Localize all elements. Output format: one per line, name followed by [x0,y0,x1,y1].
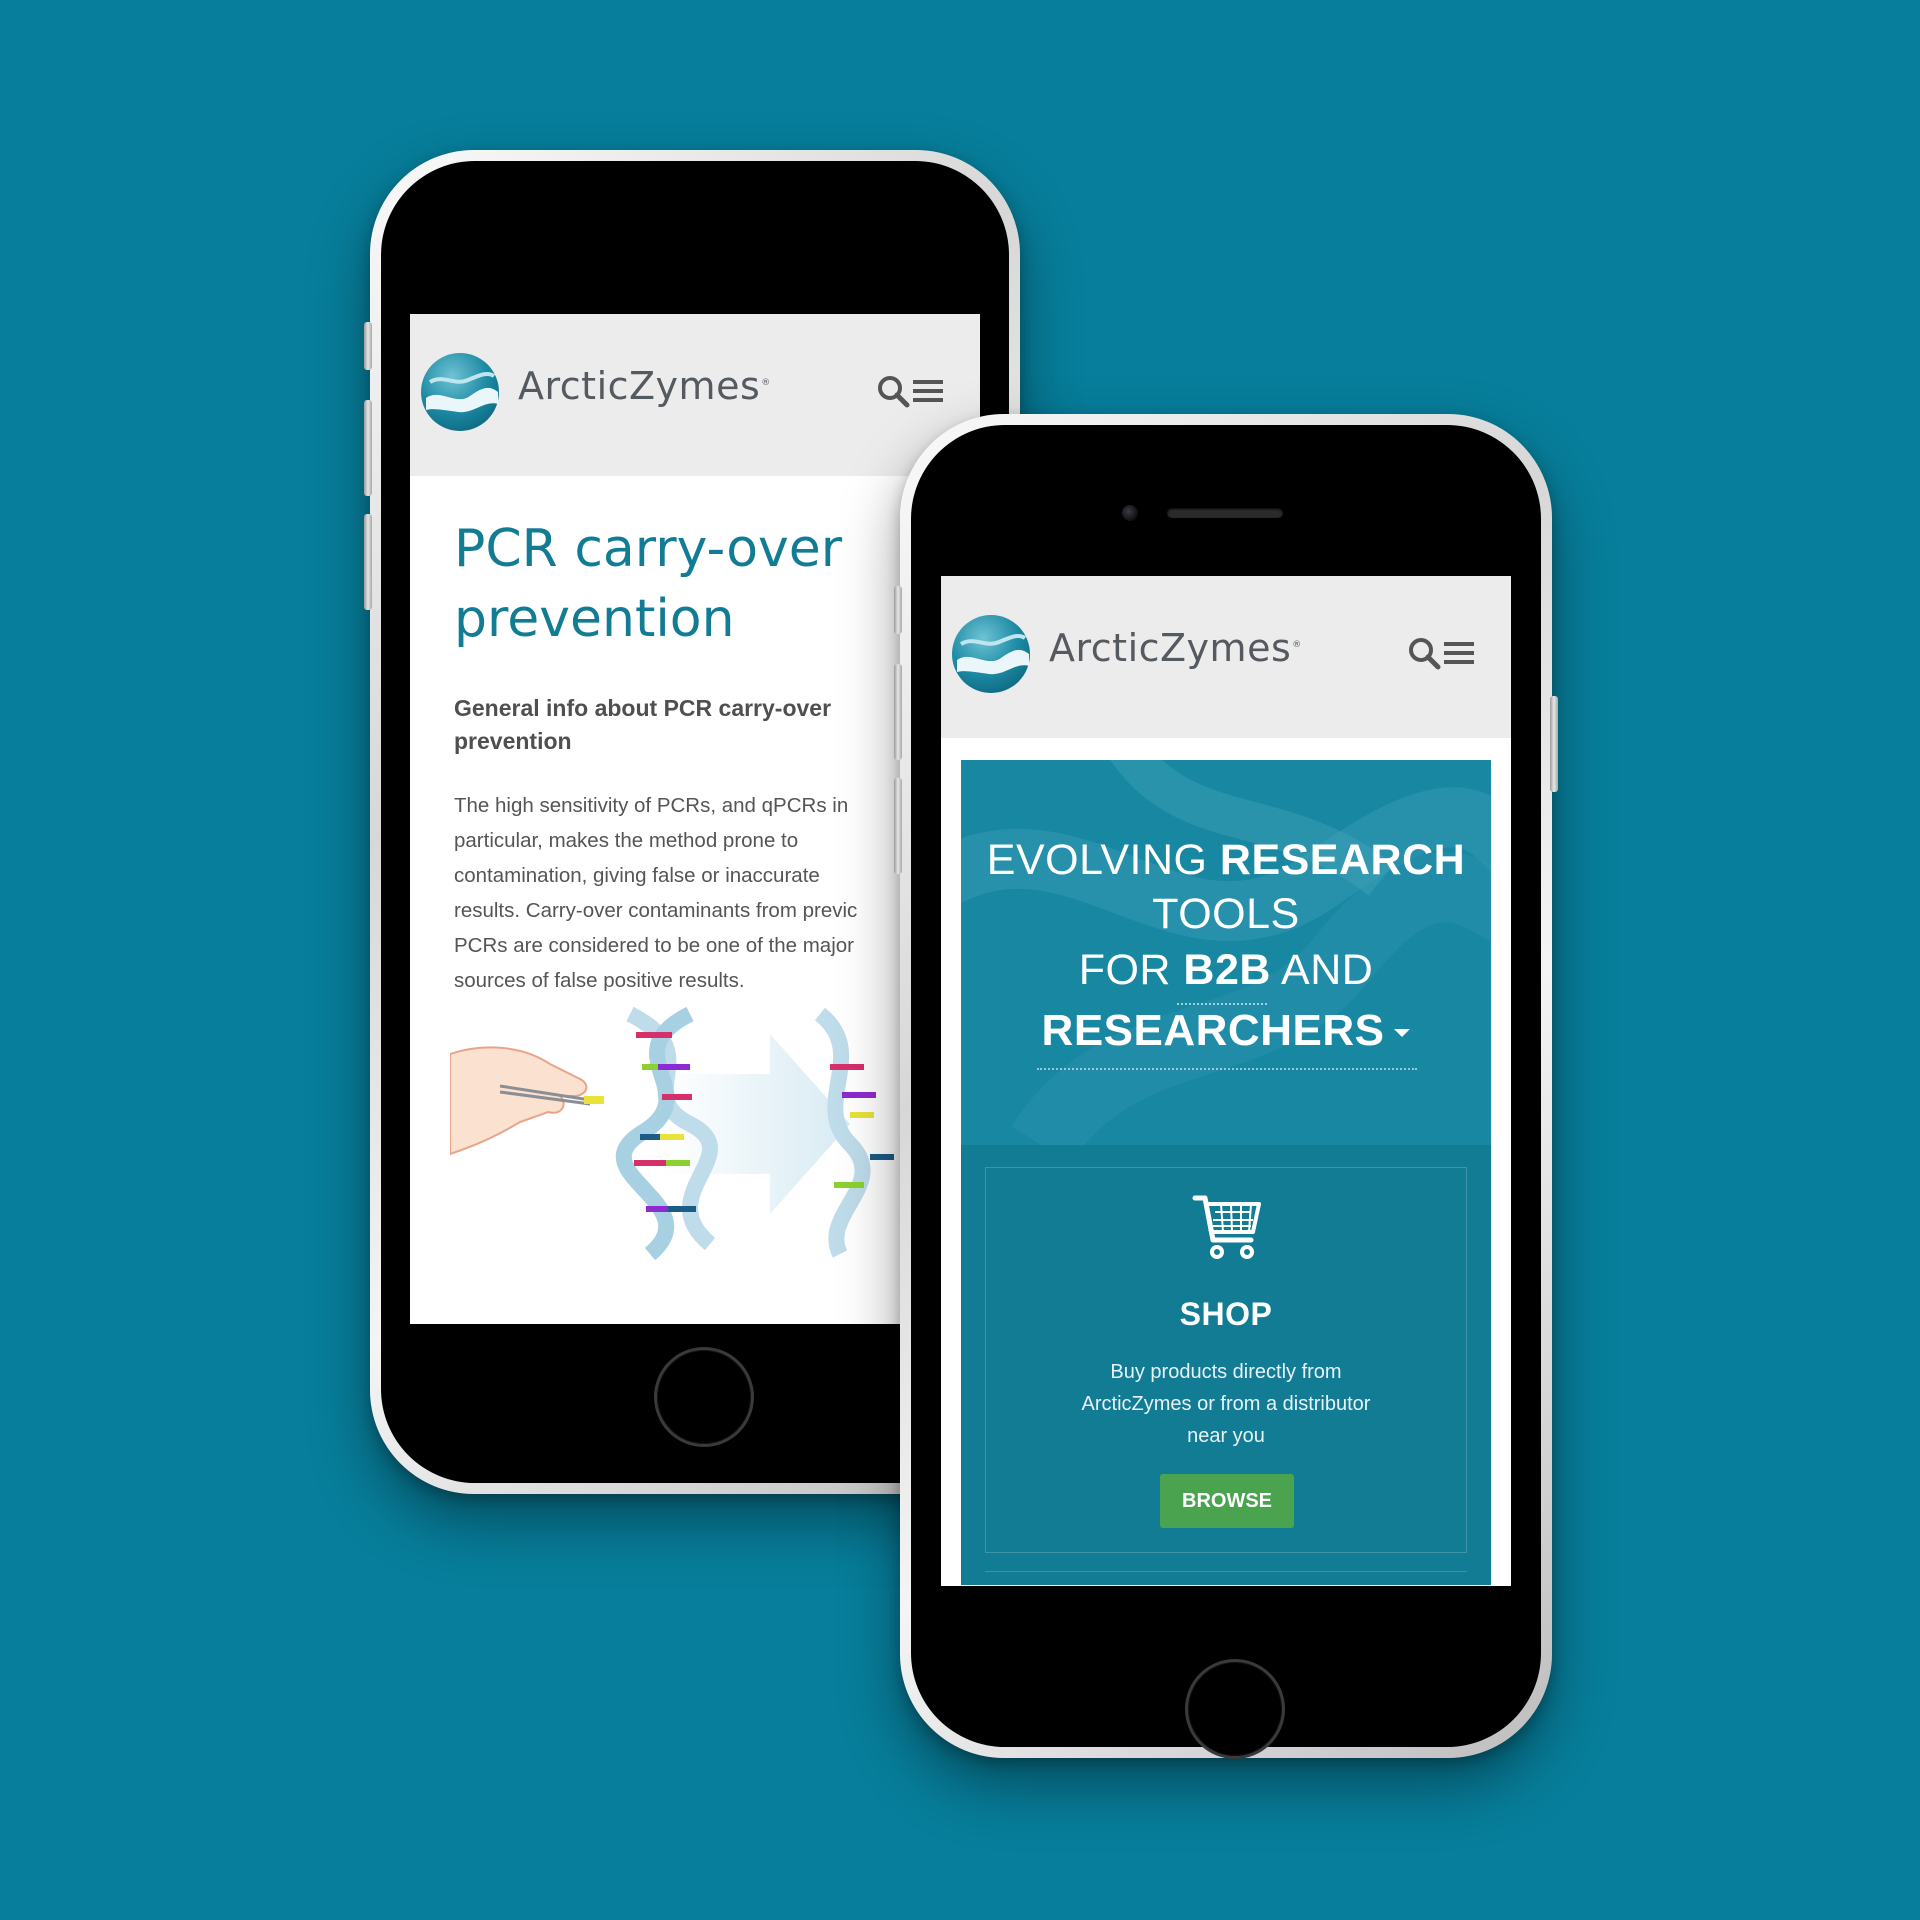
next-card-edge [985,1571,1467,1572]
screen-right: ArcticZymes® EVOLVING RESEARCH TOOLS FOR… [941,576,1511,1586]
arcticzymes-logo-icon[interactable] [951,614,1031,694]
page-title: PCR carry-over prevention [454,519,843,649]
dropdown-dotted-underline [1037,1068,1417,1070]
site-header: ArcticZymes® [410,314,980,476]
brand-wordmark[interactable]: ArcticZymes® [1049,626,1302,670]
shop-card: SHOP Buy products directly from ArcticZy… [985,1167,1467,1553]
browse-button[interactable]: BROWSE [1160,1474,1294,1528]
volume-down-button [364,514,372,610]
arcticzymes-logo-icon[interactable] [420,352,500,432]
volume-down-button [894,778,902,874]
power-button [1550,696,1558,792]
caret-down-icon [1394,1029,1411,1038]
hamburger-menu-icon[interactable] [1443,638,1475,668]
shop-section: SHOP Buy products directly from ArcticZy… [961,1145,1491,1585]
hero-headline-line1: EVOLVING RESEARCH [986,836,1466,884]
earpiece-speaker [1167,508,1283,518]
search-icon[interactable] [1407,636,1441,670]
volume-up-button [894,664,902,760]
home-button[interactable] [1185,1659,1285,1759]
home-button[interactable] [654,1347,754,1447]
b2b-dotted-underline [1177,1003,1267,1005]
site-header: ArcticZymes® [941,576,1511,738]
search-icon[interactable] [876,374,910,408]
hero-banner: EVOLVING RESEARCH TOOLS FOR B2B AND RESE… [961,760,1491,1145]
hamburger-menu-icon[interactable] [912,376,944,406]
mute-switch [364,322,372,370]
section-subheading: General info about PCR carry-over preven… [454,695,832,754]
brand-wordmark[interactable]: ArcticZymes® [518,364,771,408]
phone-right: ArcticZymes® EVOLVING RESEARCH TOOLS FOR… [894,414,1558,1759]
shop-description: Buy products directly from ArcticZymes o… [1081,1361,1371,1447]
hero-headline-line2: TOOLS [1152,890,1300,938]
shop-title: SHOP [1179,1296,1273,1332]
volume-up-button [364,400,372,496]
front-camera [1122,505,1138,521]
mute-switch [894,586,902,634]
hero-headline-line3: FOR B2B AND [1078,946,1374,994]
audience-dropdown[interactable]: RESEARCHERS [961,1006,1491,1056]
phone-bezel: ArcticZymes® EVOLVING RESEARCH TOOLS FOR… [911,425,1541,1759]
body-paragraph: The high sensitivity of PCRs, and qPCRs … [454,794,858,992]
shopping-cart-icon [1192,1195,1261,1259]
